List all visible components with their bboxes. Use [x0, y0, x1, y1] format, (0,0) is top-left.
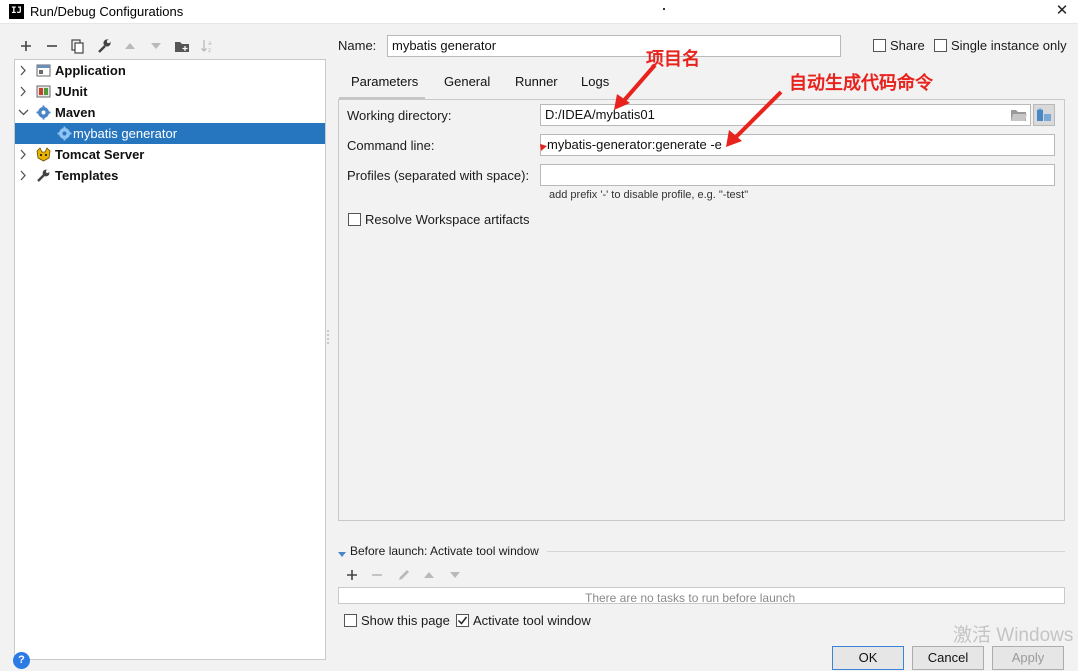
before-launch-title: Before launch: Activate tool window	[350, 544, 539, 558]
svg-text:z: z	[208, 47, 211, 54]
tree-item-label: JUnit	[55, 84, 88, 99]
folder-open-icon[interactable]	[1010, 107, 1028, 123]
activate-tool-window-label: Activate tool window	[473, 613, 591, 628]
tree-item-label: Maven	[55, 105, 96, 120]
share-label: Share	[890, 38, 925, 53]
tree-item-application[interactable]: Application	[15, 60, 325, 81]
add-task-icon[interactable]	[343, 566, 361, 584]
wrench-icon	[36, 168, 51, 183]
tree-item-label: Templates	[55, 168, 119, 183]
tab-logs[interactable]: Logs	[581, 74, 609, 92]
empty-task-list-text: There are no tasks to run before launch	[585, 591, 796, 605]
tree-item-label: Tomcat Server	[55, 147, 145, 162]
working-directory-field[interactable]: D:/IDEA/mybatis01	[540, 104, 1031, 126]
sort-icon[interactable]: az	[199, 37, 217, 55]
activate-tool-window-checkbox[interactable]	[456, 614, 469, 627]
tab-general[interactable]: General	[444, 74, 490, 92]
show-this-page-label: Show this page	[361, 613, 450, 628]
module-picker-button[interactable]	[1033, 104, 1055, 126]
copy-icon[interactable]	[69, 37, 87, 55]
tab-parameters[interactable]: Parameters	[351, 74, 418, 92]
arrow-up-icon[interactable]	[121, 37, 139, 55]
tomcat-icon	[36, 147, 51, 162]
gear-icon	[57, 126, 72, 141]
tree-item-tomcat-server[interactable]: Tomcat Server	[15, 144, 325, 165]
move-task-up-icon[interactable]	[420, 566, 438, 584]
folder-icon[interactable]	[173, 37, 191, 55]
annotation-generate-command: 自动生成代码命令	[789, 73, 933, 94]
tree-item-maven[interactable]: Maven	[15, 102, 325, 123]
add-icon[interactable]	[17, 37, 35, 55]
cancel-button[interactable]: Cancel	[912, 646, 984, 670]
profiles-field[interactable]	[540, 164, 1055, 186]
share-checkbox[interactable]	[873, 39, 886, 52]
show-this-page-checkbox[interactable]	[344, 614, 357, 627]
svg-text:a: a	[208, 40, 212, 47]
junit-icon	[36, 84, 51, 99]
tree-item-mybatis-generator[interactable]: mybatis generator	[15, 123, 325, 144]
tree-item-templates[interactable]: Templates	[15, 165, 325, 186]
working-directory-label: Working directory:	[347, 108, 452, 123]
name-field[interactable]: mybatis generator	[387, 35, 841, 57]
configuration-tree[interactable]: Application JUnit Maven mybatis generato…	[14, 59, 326, 660]
edit-task-icon[interactable]	[395, 566, 413, 584]
tree-item-label: Application	[55, 63, 126, 78]
arrow-down-icon[interactable]	[147, 37, 165, 55]
profiles-label: Profiles (separated with space):	[347, 168, 530, 183]
single-instance-checkbox[interactable]	[934, 39, 947, 52]
tab-runner[interactable]: Runner	[515, 74, 558, 92]
application-icon	[36, 63, 51, 78]
wrench-icon[interactable]	[95, 37, 113, 55]
single-instance-label: Single instance only	[951, 38, 1067, 53]
parameters-panel	[338, 99, 1065, 521]
apply-button[interactable]: Apply	[992, 646, 1064, 670]
resolve-workspace-label: Resolve Workspace artifacts	[365, 212, 530, 227]
profiles-hint: add prefix '-' to disable profile, e.g. …	[549, 189, 749, 201]
remove-task-icon[interactable]	[368, 566, 386, 584]
activate-windows-watermark: 激活 Windows	[953, 625, 1074, 646]
resolve-workspace-checkbox[interactable]	[348, 213, 361, 226]
close-icon[interactable]: ✕	[1052, 1, 1072, 21]
remove-icon[interactable]	[43, 37, 61, 55]
command-line-field[interactable]: mybatis-generator:generate -e	[540, 134, 1055, 156]
name-label: Name:	[338, 38, 377, 53]
title-dot	[663, 8, 665, 10]
section-divider	[547, 551, 1065, 552]
command-line-label: Command line:	[347, 138, 435, 153]
splitter-handle[interactable]	[326, 328, 330, 344]
help-icon[interactable]: ?	[13, 652, 30, 669]
move-task-down-icon[interactable]	[446, 566, 464, 584]
intellij-app-icon: IJ	[9, 4, 24, 19]
annotation-project-name: 项目名	[646, 49, 700, 70]
collapse-triangle-icon[interactable]	[338, 547, 346, 557]
tree-item-junit[interactable]: JUnit	[15, 81, 325, 102]
tree-item-label: mybatis generator	[73, 126, 178, 141]
maven-gear-icon	[36, 105, 51, 120]
ok-button[interactable]: OK	[832, 646, 904, 670]
chevron-right-icon[interactable]	[17, 165, 29, 194]
window-title: Run/Debug Configurations	[30, 4, 184, 19]
